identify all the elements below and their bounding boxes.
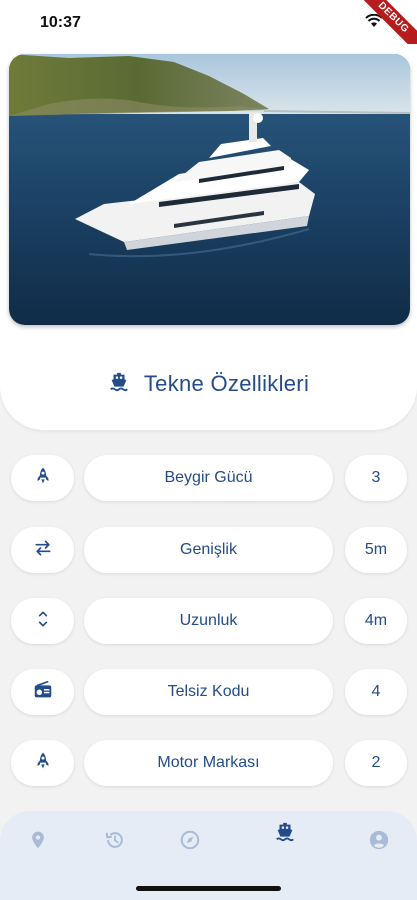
feature-value: 4m bbox=[345, 598, 407, 644]
yacht-photo bbox=[9, 54, 410, 325]
unfold-vertical-icon bbox=[33, 609, 53, 634]
nav-item-history[interactable] bbox=[100, 827, 130, 857]
feature-row-width: Genişlik 5m bbox=[0, 527, 417, 575]
compass-icon bbox=[179, 829, 201, 856]
location-pin-icon bbox=[28, 829, 48, 856]
ship-icon bbox=[108, 371, 130, 398]
status-bar: 10:37 DEBUG bbox=[0, 0, 417, 60]
nav-item-compass[interactable] bbox=[175, 827, 205, 857]
feature-icon-button[interactable] bbox=[11, 740, 74, 786]
nav-item-location[interactable] bbox=[23, 827, 53, 857]
account-icon bbox=[368, 829, 390, 856]
feature-label[interactable]: Uzunluk bbox=[84, 598, 333, 644]
feature-value: 5m bbox=[345, 527, 407, 573]
feature-row-horsepower: Beygir Gücü 3 bbox=[0, 455, 417, 503]
home-indicator bbox=[136, 886, 281, 891]
section-title: Tekne Özellikleri bbox=[0, 364, 417, 404]
rocket-icon bbox=[33, 466, 53, 491]
nav-item-boat[interactable] bbox=[270, 819, 300, 849]
feature-label[interactable]: Beygir Gücü bbox=[84, 455, 333, 501]
feature-value: 3 bbox=[345, 455, 407, 501]
feature-icon-button[interactable] bbox=[11, 455, 74, 501]
feature-value: 2 bbox=[345, 740, 407, 786]
nav-item-account[interactable] bbox=[364, 827, 394, 857]
feature-row-radio-code: Telsiz Kodu 4 bbox=[0, 669, 417, 717]
feature-label[interactable]: Motor Markası bbox=[84, 740, 333, 786]
feature-icon-button[interactable] bbox=[11, 598, 74, 644]
feature-row-engine-brand: Motor Markası 2 bbox=[0, 740, 417, 788]
page-title: Tekne Özellikleri bbox=[143, 371, 310, 396]
feature-value: 4 bbox=[345, 669, 407, 715]
feature-icon-button[interactable] bbox=[11, 669, 74, 715]
rocket-icon bbox=[33, 751, 53, 776]
header-card: Tekne Özellikleri bbox=[0, 44, 417, 430]
status-time: 10:37 bbox=[40, 14, 81, 31]
swap-horizontal-icon bbox=[33, 538, 53, 563]
feature-row-length: Uzunluk 4m bbox=[0, 598, 417, 646]
radio-icon bbox=[32, 679, 54, 706]
history-icon bbox=[104, 829, 126, 856]
ship-icon bbox=[274, 821, 296, 848]
feature-icon-button[interactable] bbox=[11, 527, 74, 573]
feature-label[interactable]: Telsiz Kodu bbox=[84, 669, 333, 715]
feature-label[interactable]: Genişlik bbox=[84, 527, 333, 573]
